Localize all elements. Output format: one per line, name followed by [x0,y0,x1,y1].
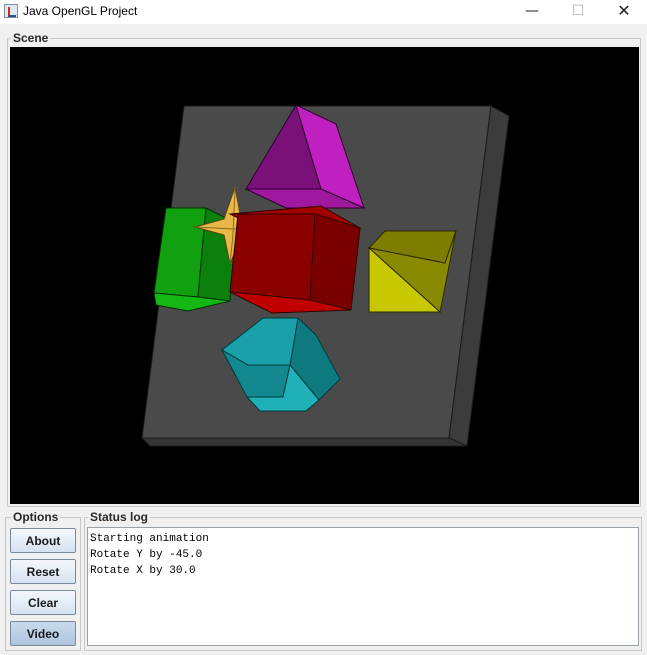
scene-render [140,103,510,447]
log-line: Rotate Y by -45.0 [90,549,203,561]
minimize-button[interactable]: — [509,0,555,24]
window-title: Java OpenGL Project [23,4,138,18]
java-app-icon [4,4,18,18]
scene-label: Scene [11,31,51,45]
title-bar: Java OpenGL Project — ☐ ✕ [0,0,647,24]
log-line: Rotate X by 30.0 [90,565,196,577]
options-panel: Options About Reset Clear Video [5,510,81,651]
status-log-textarea[interactable]: Starting animation Rotate Y by -45.0 Rot… [87,527,639,646]
close-button[interactable]: ✕ [601,0,647,24]
opengl-canvas[interactable] [10,47,639,504]
log-line: Starting animation [90,533,209,545]
about-button[interactable]: About [10,528,76,553]
status-log-label: Status log [88,510,151,524]
options-label: Options [11,510,61,524]
maximize-button[interactable]: ☐ [555,0,601,24]
status-log-panel: Status log Starting animation Rotate Y b… [84,510,642,651]
scene-panel: Scene [7,31,641,507]
video-button[interactable]: Video [10,621,76,646]
red-cube [228,205,362,314]
clear-button[interactable]: Clear [10,590,76,615]
reset-button[interactable]: Reset [10,559,76,584]
